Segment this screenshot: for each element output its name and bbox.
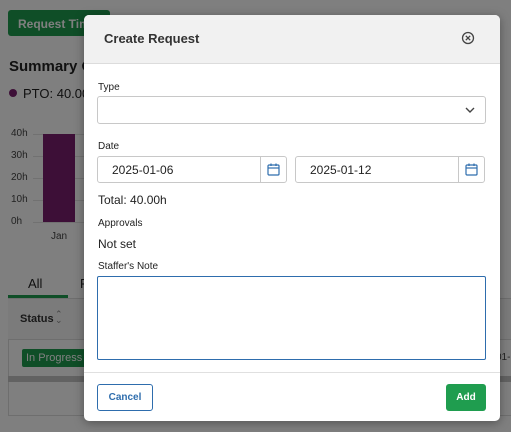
- end-date-value: 2025-01-12: [310, 163, 372, 177]
- approvals-value: Not set: [98, 237, 137, 251]
- end-date-calendar-button[interactable]: [458, 157, 484, 182]
- type-label: Type: [98, 82, 120, 93]
- end-date-input[interactable]: 2025-01-12: [295, 156, 485, 183]
- add-button[interactable]: Add: [446, 384, 486, 411]
- start-date-input[interactable]: 2025-01-06: [97, 156, 287, 183]
- staffer-note-label: Staffer's Note: [98, 261, 159, 272]
- total-hours: Total: 40.00h: [98, 193, 167, 207]
- cancel-button[interactable]: Cancel: [97, 384, 153, 411]
- dialog-title: Create Request: [104, 31, 200, 46]
- chevron-down-icon: [465, 107, 475, 113]
- calendar-icon: [465, 163, 478, 176]
- date-label: Date: [98, 141, 120, 152]
- create-request-dialog: Create Request Type Date 2025-01-06 2025…: [84, 15, 500, 421]
- dialog-header: Create Request: [84, 15, 500, 64]
- staffer-note-textarea[interactable]: [97, 276, 486, 360]
- calendar-icon: [267, 163, 280, 176]
- start-date-value: 2025-01-06: [112, 163, 174, 177]
- type-select[interactable]: [97, 96, 486, 124]
- approvals-label: Approvals: [98, 218, 143, 229]
- start-date-calendar-button[interactable]: [260, 157, 286, 182]
- close-icon[interactable]: [460, 30, 476, 46]
- footer-divider: [84, 372, 500, 373]
